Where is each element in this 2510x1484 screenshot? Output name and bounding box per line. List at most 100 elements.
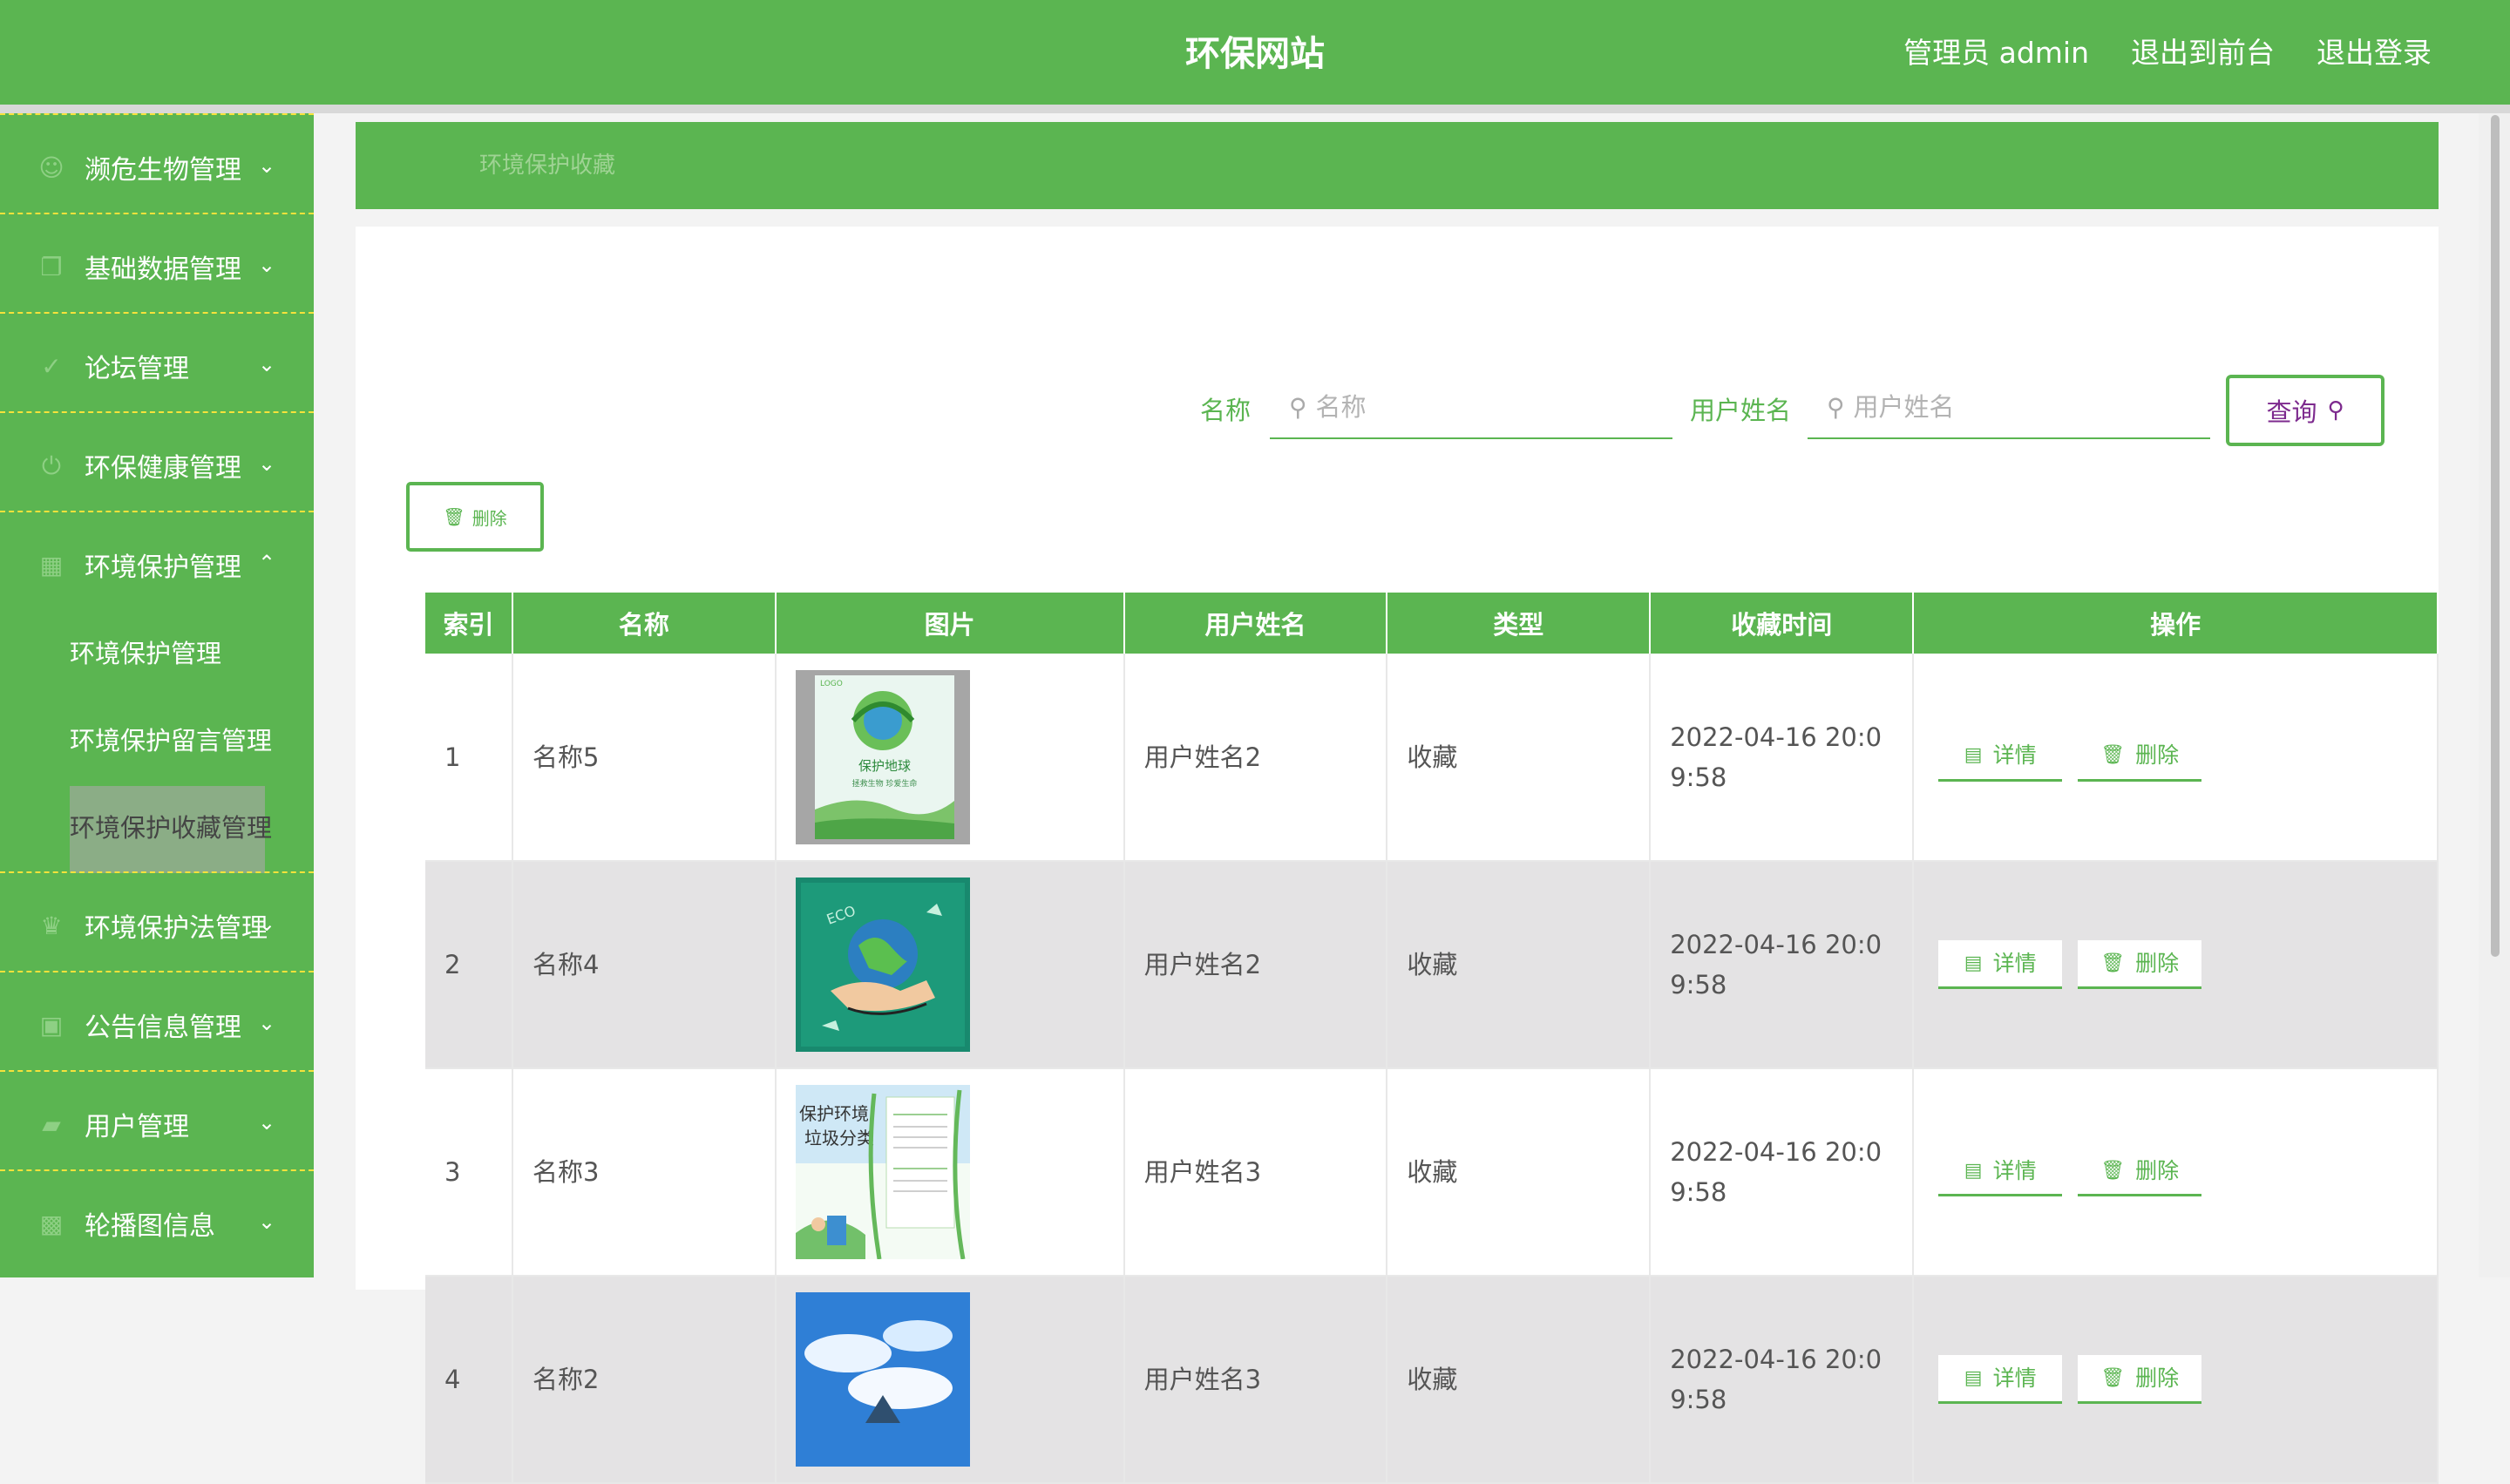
sidebar-item-label: 轮播图信息 [85,1211,215,1242]
logout-link[interactable]: 退出登录 [2317,33,2432,73]
delete-button[interactable]: 🗑 删除 [2078,732,2202,782]
vertical-scrollbar[interactable] [2479,113,2510,1277]
batch-delete-button[interactable]: 🗑 删除 [406,482,544,552]
trash-icon: 🗑 [2100,1159,2126,1182]
detail-button[interactable]: ▤ 详情 [1938,1355,2063,1404]
admin-user-label[interactable]: 管理员 admin [1903,33,2089,73]
sidebar-item-users[interactable]: ▰ 用户管理 ⌄ [0,1070,314,1169]
document-icon: ▤ [1964,744,1983,766]
user-search-label: 用户姓名 [1690,396,1792,425]
poster-sky-image[interactable] [795,1292,970,1467]
delete-label: 删除 [2135,1157,2180,1183]
detail-label: 详情 [1992,1365,2037,1391]
detail-button[interactable]: ▤ 详情 [1938,940,2063,989]
submenu-env-protection[interactable]: 环境保护管理 [0,610,314,697]
trash-icon: 🗑 [443,506,465,527]
notice-icon: ▣ [39,1011,64,1040]
detail-label: 详情 [1992,1157,2037,1183]
poster-logo-text: LOGO [820,680,843,688]
cell-actions: ▤ 详情 🗑 删除 [1913,1068,2439,1277]
search-icon: ⚲ [2327,397,2344,424]
chevron-down-icon: ⌄ [258,1210,276,1234]
cell-user: 用户姓名2 [1123,861,1388,1069]
batch-delete-label: 删除 [471,507,507,529]
sidebar-item-label: 论坛管理 [85,354,189,384]
sidebar-item-health[interactable]: ⏻ 环保健康管理 ⌄ [0,411,314,511]
cell-time: 2022-04-16 20:09:58 [1650,654,1915,862]
cell-type: 收藏 [1387,1276,1652,1484]
breadcrumb-text: 环境保护收藏 [479,152,616,179]
sidebar-item-carousel[interactable]: ▩ 轮播图信息 ⌄ [0,1169,314,1269]
delete-button[interactable]: 🗑 删除 [2078,940,2202,989]
power-icon: ⏻ [41,451,62,480]
col-index: 索引 [425,593,513,654]
poster-title-line-1: 保护环境 [799,1103,869,1124]
poster-title-text: 保护地球 [858,758,911,774]
cell-image [775,1276,1125,1484]
detail-button[interactable]: ▤ 详情 [1938,732,2063,782]
delete-label: 删除 [2135,950,2180,976]
sidebar-item-forum[interactable]: ✓ 论坛管理 ⌄ [0,312,314,411]
chevron-down-icon: ⌄ [258,253,276,277]
sidebar-item-label: 濒危生物管理 [85,155,241,186]
col-time: 收藏时间 [1650,593,1915,654]
delete-button[interactable]: 🗑 删除 [2078,1148,2202,1196]
poster-garbage-sorting-image[interactable]: 保护环境 垃圾分类 [795,1085,970,1259]
submenu-label: 环境保护留言管理 [70,726,273,756]
database-icon: ❐ [40,253,63,281]
poster-eco-hands-image[interactable]: ECO [795,878,970,1052]
cell-actions: ▤ 详情 🗑 删除 [1913,861,2439,1069]
chevron-down-icon: ⌄ [258,1011,276,1035]
chevron-down-icon: ⌄ [258,352,276,376]
main-content: 环境保护收藏 名称 ⚲ 用户姓名 ⚲ 查询 ⚲ 🗑 删除 索引 名称 [314,113,2479,1484]
detail-button[interactable]: ▤ 详情 [1938,1148,2063,1196]
sidebar-item-env-law[interactable]: ♛ 环境保护法管理 ⌄ [0,871,314,971]
user-search-input[interactable] [1853,392,2185,422]
scrollbar-thumb[interactable] [2491,115,2500,957]
chevron-down-icon: ⌄ [258,451,276,476]
delete-button[interactable]: 🗑 删除 [2078,1355,2202,1404]
sidebar-item-endangered[interactable]: ☺ 濒危生物管理 ⌄ [0,113,314,213]
detail-label: 详情 [1992,742,2037,768]
name-search-input[interactable] [1315,392,1647,422]
cell-index: 2 [425,861,513,1069]
cell-name: 名称3 [512,1068,777,1277]
exit-to-front-link[interactable]: 退出到前台 [2131,33,2275,73]
favorites-table: 索引 名称 图片 用户姓名 类型 收藏时间 操作 1 名称5 保护地球 拯救生物… [425,593,2439,1484]
breadcrumb: 环境保护收藏 [356,122,2439,209]
document-icon: ▤ [1964,1366,1983,1389]
document-icon: ▤ [1964,1159,1983,1182]
sidebar-item-basic-data[interactable]: ❐ 基础数据管理 ⌄ [0,213,314,312]
search-icon: ⚲ [1289,392,1307,422]
sidebar-item-label: 用户管理 [85,1112,189,1142]
submenu-env-messages[interactable]: 环境保护留言管理 [0,697,314,784]
cell-user: 用户姓名3 [1123,1068,1388,1277]
sidebar-item-env-protection[interactable]: ▦ 环境保护管理 ⌃ [0,511,314,610]
time-text: 2022-04-16 20:09:58 [1670,1137,1882,1207]
time-text: 2022-04-16 20:09:58 [1670,722,1882,792]
sidebar-item-notice[interactable]: ▣ 公告信息管理 ⌄ [0,971,314,1070]
search-icon: ⚲ [1827,392,1845,422]
top-nav: 管理员 admin 退出到前台 退出登录 [1903,33,2432,73]
sidebar-item-label: 环境保护法管理 [85,913,268,944]
table-header-row: 索引 名称 图片 用户姓名 类型 收藏时间 操作 [425,593,2439,654]
submenu-env-favorites[interactable]: 环境保护收藏管理 [0,784,314,873]
time-text: 2022-04-16 20:09:58 [1670,1345,1882,1414]
query-button-label: 查询 [2266,397,2317,427]
table-row: 2 名称4 ECO 用户姓名2 收藏 2022-04-16 20:09:58 ▤… [425,861,2439,1069]
query-button[interactable]: 查询 ⚲ [2226,375,2384,446]
paw-icon: ☺ [38,153,64,182]
name-search-field: ⚲ [1270,376,1672,439]
cell-index: 3 [425,1068,513,1277]
time-text: 2022-04-16 20:09:58 [1670,930,1882,999]
cell-name: 名称5 [512,654,777,862]
folder-icon: ▰ [42,1110,61,1139]
cell-index: 1 [425,654,513,862]
cell-time: 2022-04-16 20:09:58 [1650,1276,1915,1484]
poster-protect-earth-image[interactable]: 保护地球 拯救生物 珍爱生命 LOGO [795,669,970,844]
sidebar-item-label: 公告信息管理 [85,1013,241,1043]
submenu-label: 环境保护管理 [70,639,222,668]
cell-type: 收藏 [1387,861,1652,1069]
cell-image: 保护环境 垃圾分类 [775,1068,1125,1277]
sidebar: ☺ 濒危生物管理 ⌄ ❐ 基础数据管理 ⌄ ✓ 论坛管理 ⌄ ⏻ 环保健康管理 … [0,113,314,1277]
